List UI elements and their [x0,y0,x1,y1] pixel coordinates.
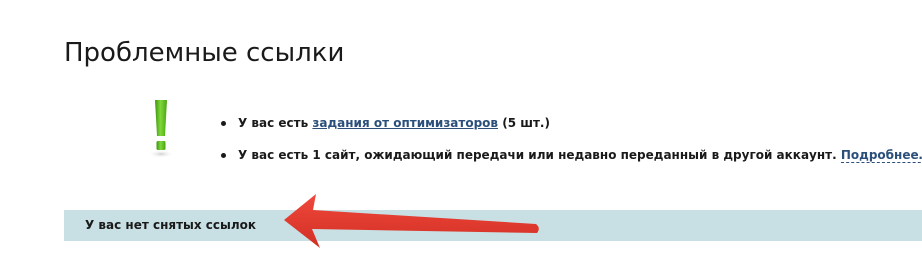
page-title: Проблемные ссылки [64,38,345,68]
status-bar: У вас нет снятых ссылок [64,210,922,241]
notice-text: У вас есть [238,116,313,130]
list-item: У вас есть задания от оптимизаторов (5 ш… [219,113,922,133]
notice-text: У вас есть 1 сайт, ожидающий передачи ил… [238,148,841,162]
optimizer-tasks-link[interactable]: задания от оптимизаторов [312,116,498,130]
exclamation-icon [148,100,174,158]
list-item: У вас есть 1 сайт, ожидающий передачи ил… [219,145,922,165]
notice-list: У вас есть задания от оптимизаторов (5 ш… [219,113,922,177]
status-message: У вас нет снятых ссылок [85,218,257,232]
more-details-link[interactable]: Подробнее… [840,148,922,163]
notice-count: (5 шт.) [498,116,550,130]
